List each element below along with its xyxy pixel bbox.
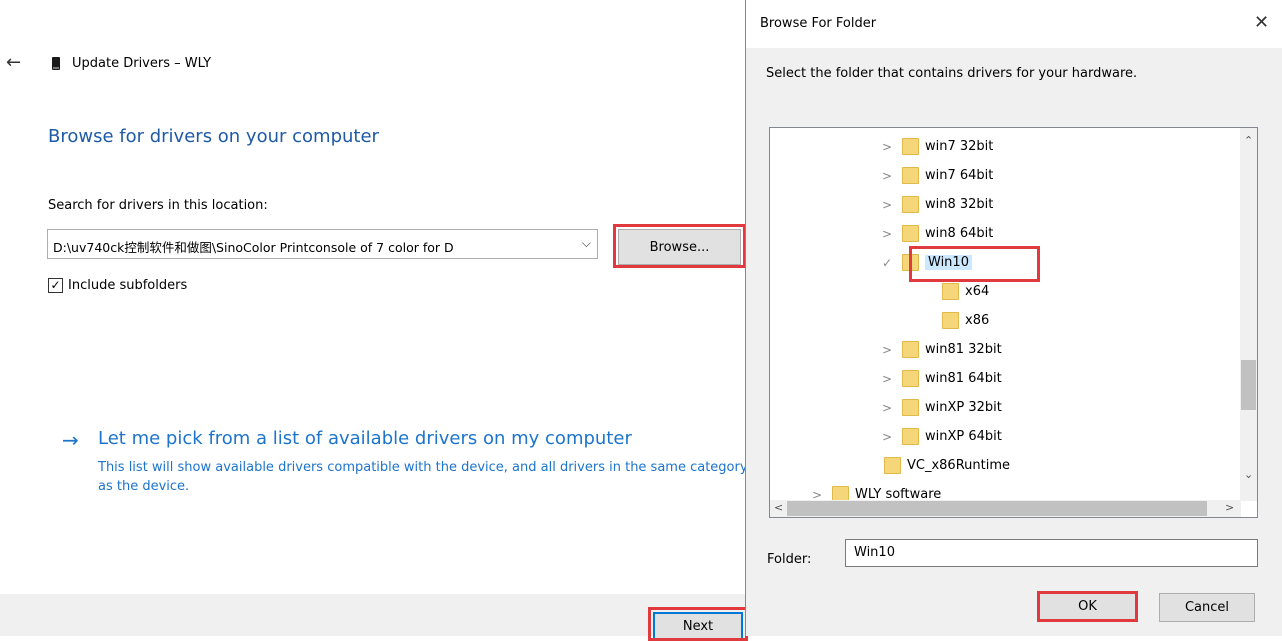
- include-subfolders-label[interactable]: Include subfolders: [68, 278, 187, 293]
- device-icon: [52, 57, 60, 70]
- vertical-scroll-thumb[interactable]: [1241, 360, 1256, 410]
- tree-item-label[interactable]: win81 64bit: [925, 371, 1002, 386]
- folder-input[interactable]: Win10: [845, 539, 1258, 567]
- vertical-scrollbar[interactable]: ⌃ ⌄: [1240, 128, 1257, 501]
- wizard-footer: [0, 594, 745, 636]
- pick-from-list-link[interactable]: Let me pick from a list of available dri…: [98, 428, 632, 449]
- pick-from-list-description: This list will show available drivers co…: [98, 460, 748, 494]
- tree-item[interactable]: > win7 64bit: [880, 161, 993, 190]
- expand-chevron-icon[interactable]: >: [880, 430, 894, 444]
- page-heading: Browse for drivers on your computer: [48, 126, 379, 147]
- scroll-up-icon[interactable]: ⌃: [1244, 134, 1253, 147]
- expand-chevron-icon[interactable]: >: [880, 169, 894, 183]
- tree-item[interactable]: > win8 64bit: [880, 219, 993, 248]
- tree-item-label[interactable]: win7 32bit: [925, 139, 993, 154]
- back-arrow-icon[interactable]: ←: [6, 52, 21, 73]
- scroll-down-icon[interactable]: ⌄: [1244, 468, 1253, 481]
- expand-chevron-icon[interactable]: >: [880, 343, 894, 357]
- tree-item[interactable]: x86: [920, 306, 989, 335]
- cancel-button[interactable]: Cancel: [1159, 593, 1255, 622]
- expand-chevron-icon[interactable]: >: [880, 198, 894, 212]
- tree-item-label[interactable]: x86: [965, 313, 989, 328]
- tree-item-label[interactable]: winXP 32bit: [925, 400, 1002, 415]
- tree-item-label[interactable]: win8 64bit: [925, 226, 993, 241]
- browse-highlight-box: [613, 224, 746, 268]
- tree-item-label[interactable]: x64: [965, 284, 989, 299]
- folder-icon: [902, 370, 919, 387]
- tree-item[interactable]: > win81 32bit: [880, 335, 1002, 364]
- update-drivers-window: ← Update Drivers – WLY Browse for driver…: [0, 0, 748, 641]
- folder-icon: [902, 138, 919, 155]
- folder-icon: [942, 283, 959, 300]
- driver-path-combobox[interactable]: D:\uv740ck控制软件和做图\SinoColor Printconsole…: [47, 229, 598, 259]
- folder-input-value[interactable]: Win10: [854, 545, 895, 560]
- tree-item[interactable]: VC_x86Runtime: [862, 451, 1010, 480]
- tree-item[interactable]: > winXP 32bit: [880, 393, 1002, 422]
- expand-chevron-icon[interactable]: >: [880, 227, 894, 241]
- tree-item-label[interactable]: winXP 64bit: [925, 429, 1002, 444]
- folder-icon: [902, 196, 919, 213]
- folder-icon: [902, 167, 919, 184]
- scroll-left-icon[interactable]: <: [774, 501, 783, 514]
- tree-item-label[interactable]: VC_x86Runtime: [907, 458, 1010, 473]
- chevron-down-icon[interactable]: ⌵: [582, 236, 591, 251]
- folder-icon: [942, 312, 959, 329]
- tree-item-label[interactable]: win7 64bit: [925, 168, 993, 183]
- folder-label: Folder:: [767, 552, 812, 567]
- tree-item[interactable]: > win7 32bit: [880, 132, 993, 161]
- tree-item[interactable]: > win8 32bit: [880, 190, 993, 219]
- tree-item[interactable]: > win81 64bit: [880, 364, 1002, 393]
- driver-path-value[interactable]: D:\uv740ck控制软件和做图\SinoColor Printconsole…: [53, 237, 573, 256]
- folder-tree[interactable]: > win7 32bit > win7 64bit > win8 32bit > win8 6…: [769, 127, 1258, 518]
- folder-icon: [902, 428, 919, 445]
- window-title: Update Drivers – WLY: [72, 56, 212, 71]
- folder-icon: [884, 457, 901, 474]
- ok-highlight-box: [1037, 591, 1138, 622]
- expand-chevron-icon[interactable]: >: [880, 140, 894, 154]
- folder-icon: [902, 399, 919, 416]
- right-arrow-icon[interactable]: →: [62, 428, 79, 452]
- cancel-button-label: Cancel: [1184, 600, 1230, 615]
- win10-highlight-box: [909, 246, 1040, 282]
- dialog-title: Browse For Folder: [760, 16, 877, 31]
- folder-icon: [902, 341, 919, 358]
- close-icon[interactable]: ✕: [1254, 12, 1269, 33]
- browse-for-folder-dialog: Browse For Folder ✕ Select the folder th…: [745, 0, 1282, 636]
- tree-item-label[interactable]: win8 32bit: [925, 197, 993, 212]
- tree-item[interactable]: > winXP 64bit: [880, 422, 1002, 451]
- horizontal-scrollbar[interactable]: < >: [770, 500, 1241, 517]
- include-subfolders-checkbox[interactable]: ✓: [48, 278, 63, 293]
- horizontal-scroll-thumb[interactable]: [787, 501, 1207, 516]
- folder-icon: [902, 225, 919, 242]
- expand-chevron-icon[interactable]: >: [880, 372, 894, 386]
- dialog-titlebar: Browse For Folder ✕: [746, 0, 1282, 48]
- dialog-description: Select the folder that contains drivers …: [766, 66, 1138, 81]
- expand-chevron-icon[interactable]: >: [880, 401, 894, 415]
- expand-chevron-icon[interactable]: ✓: [880, 256, 894, 270]
- scroll-right-icon[interactable]: >: [1225, 501, 1234, 514]
- tree-item-label[interactable]: win81 32bit: [925, 342, 1002, 357]
- search-location-label: Search for drivers in this location:: [48, 198, 268, 213]
